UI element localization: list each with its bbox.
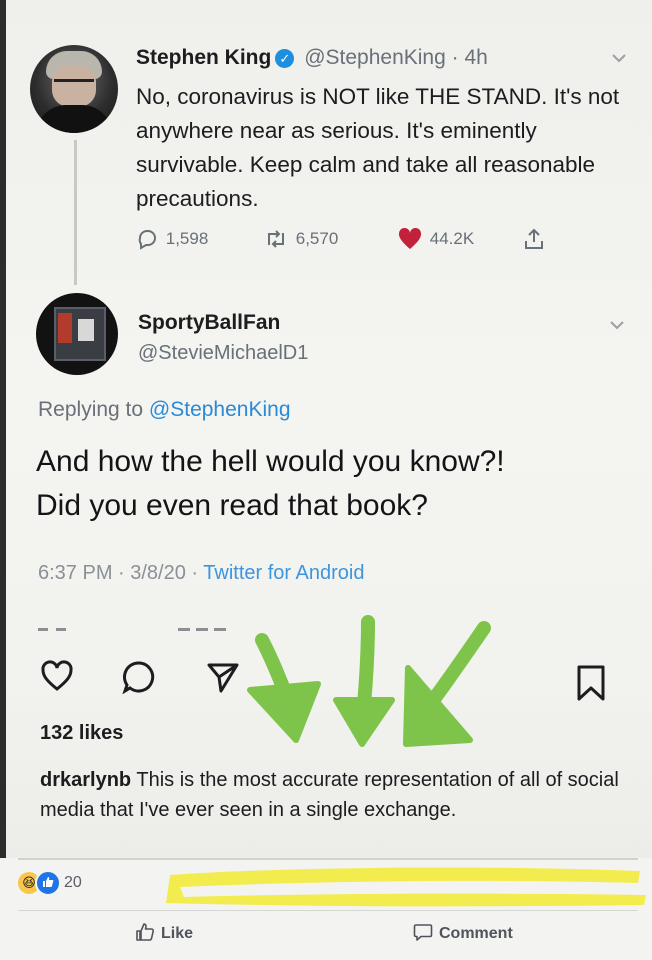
reply-button[interactable]: 1,598 [136, 228, 208, 250]
divider [18, 910, 638, 911]
heart-button[interactable] [40, 660, 74, 697]
fb-comment-label: Comment [439, 925, 513, 942]
thumbs-up-icon [136, 923, 154, 941]
comment-bubble-icon [122, 661, 155, 695]
fb-comment-button[interactable]: Comment [413, 922, 513, 943]
tweet2-text-line2: Did you even read that book? [36, 489, 428, 522]
tweet2-source-link[interactable]: Twitter for Android [203, 562, 364, 584]
reply-count: 1,598 [165, 229, 209, 248]
reaction-count: 20 [64, 874, 82, 891]
fb-like-label: Like [161, 925, 194, 942]
bookmark-button[interactable] [575, 664, 607, 707]
likes-count[interactable]: 132 likes [40, 722, 123, 745]
tweet2-handle[interactable]: @StevieMichaelD1 [138, 342, 308, 365]
like-reaction-icon [35, 870, 61, 896]
thread-line [74, 140, 77, 285]
share-icon [525, 228, 543, 249]
yellow-redaction-mark [166, 867, 646, 907]
tweet1-separator: · [451, 46, 459, 69]
tweet1-handle[interactable]: @StephenKing [304, 46, 446, 69]
send-icon [207, 663, 239, 693]
tweet2-timestamp: 6:37 PM · 3/8/20 · [38, 562, 199, 584]
chevron-down-icon[interactable] [609, 317, 625, 333]
replying-to: Replying to @StephenKing [38, 398, 291, 422]
heart-filled-icon [398, 228, 422, 249]
replying-to-prefix: Replying to [38, 398, 144, 421]
retweet-icon [268, 229, 284, 248]
caption-username[interactable]: drkarlynb [40, 769, 131, 791]
like-count: 44.2K [429, 229, 475, 248]
reply-icon [138, 230, 156, 250]
heart-outline-icon [41, 660, 73, 691]
verified-badge-icon: ✓ [275, 49, 295, 68]
tweet2-text-line1: And how the hell would you know?! [36, 445, 505, 478]
post-caption: drkarlynb This is the most accurate repr… [40, 765, 620, 825]
divider [18, 858, 638, 860]
chevron-down-icon[interactable] [611, 50, 627, 66]
comment-button[interactable] [122, 660, 156, 699]
tweet2-meta: 6:37 PM · 3/8/20 · Twitter for Android [38, 562, 364, 585]
cutoff-divider [38, 628, 238, 632]
share-button[interactable] [524, 228, 544, 250]
tweet1-author-name[interactable]: Stephen King [136, 46, 271, 69]
retweet-count: 6,570 [295, 228, 339, 248]
retweet-button[interactable]: 6,570 [264, 228, 338, 249]
stephen-king-avatar[interactable] [30, 45, 118, 133]
tweet1-header: Stephen King ✓ @StephenKing · 4h [136, 46, 488, 70]
tweet2-text: And how the hell would you know?! Did yo… [36, 440, 636, 528]
replying-to-link[interactable]: @StephenKing [149, 398, 291, 421]
sportyballfan-avatar[interactable] [36, 293, 118, 375]
bookmark-icon [577, 665, 605, 701]
fb-like-button[interactable]: Like [135, 922, 193, 943]
send-button[interactable] [206, 660, 240, 699]
screen-bezel [0, 0, 6, 960]
tweet2-author-name[interactable]: SportyBallFan [138, 311, 280, 335]
comment-icon [413, 924, 433, 941]
tweet1-time: 4h [464, 46, 488, 69]
like-button[interactable]: 44.2K [398, 228, 474, 250]
tweet1-text: No, coronavirus is NOT like THE STAND. I… [136, 84, 620, 211]
